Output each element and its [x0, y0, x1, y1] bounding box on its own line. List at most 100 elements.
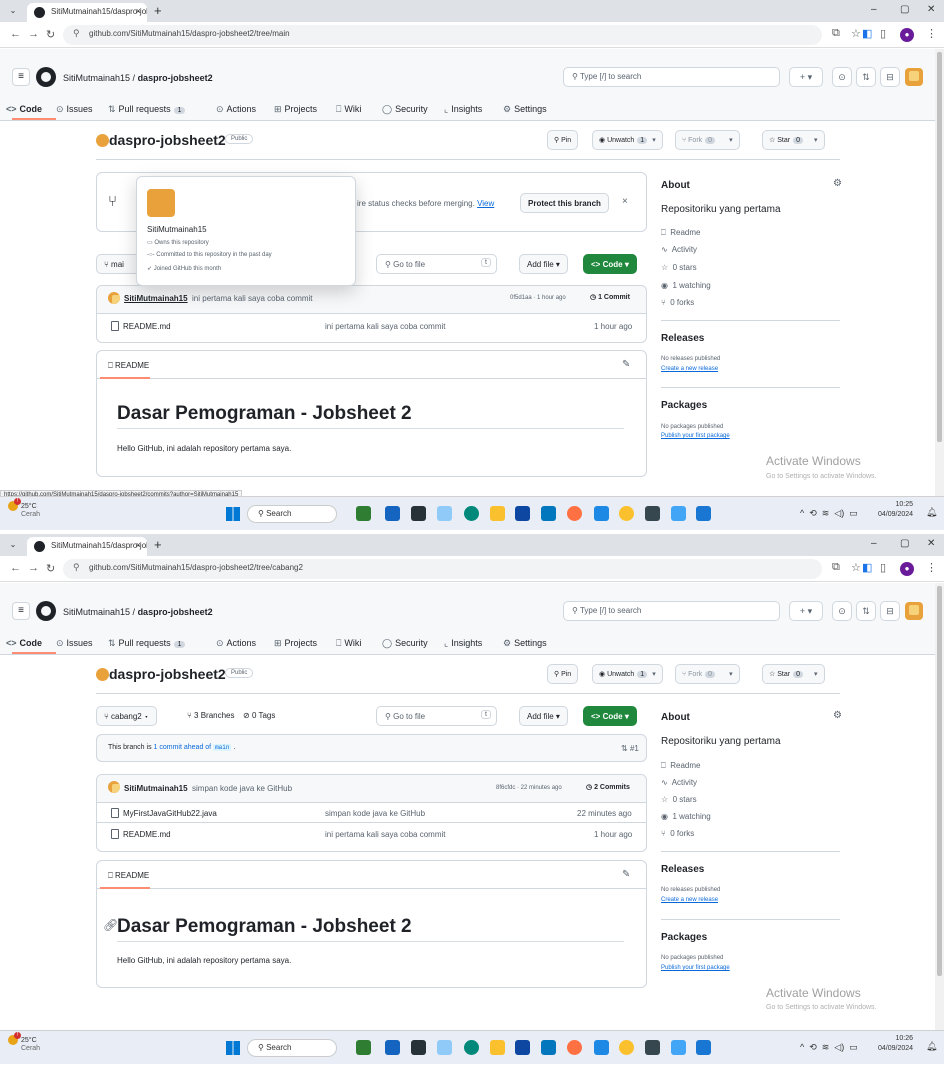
profile-avatar[interactable]: ●	[900, 28, 914, 42]
activity-link[interactable]: ∿ Activity	[661, 245, 697, 254]
file-name[interactable]: README.md	[123, 322, 171, 331]
tab-issues[interactable]: ⊙ Issues	[56, 104, 93, 115]
fork-button[interactable]: ⑂ Fork 0 ▾	[675, 130, 740, 150]
pull-request-ref[interactable]: ⇅ #1	[621, 744, 639, 753]
system-tray-icons[interactable]: ^ ⟲ ≋ ◁) ▭	[800, 1042, 858, 1053]
app-icon-7[interactable]	[594, 1040, 609, 1055]
inbox-icon[interactable]: ⊟	[880, 601, 900, 621]
install-icon[interactable]: ⧉	[832, 27, 840, 40]
star-button[interactable]: ☆ Star 0 ▾	[762, 664, 825, 684]
file-commit-message[interactable]: simpan kode java ke GitHub	[325, 809, 425, 818]
mail-icon[interactable]	[541, 1040, 556, 1055]
add-file-button[interactable]: Add file ▾	[519, 706, 568, 726]
file-name[interactable]: README.md	[123, 830, 171, 839]
window-close-button[interactable]: ✕	[927, 538, 935, 549]
app-icon-8[interactable]	[645, 1040, 660, 1055]
hovercard-avatar[interactable]	[147, 189, 175, 217]
menu-kebab-icon[interactable]: ⋮	[926, 27, 937, 40]
releases-heading[interactable]: Releases	[661, 333, 704, 344]
reload-icon[interactable]: ↻	[46, 28, 55, 41]
sidepanel-icon[interactable]: ▯	[880, 561, 886, 574]
windows-start-icon[interactable]	[226, 1041, 240, 1055]
repo-link[interactable]: daspro-jobsheet2	[138, 607, 213, 617]
readme-link[interactable]: ⎕ Readme	[661, 761, 701, 771]
app-icon-7[interactable]	[594, 506, 609, 521]
notification-icon[interactable]: 🔔︎	[926, 1041, 937, 1052]
tab-insights[interactable]: ⌞ Insights	[444, 638, 482, 649]
app-icon-6[interactable]	[567, 1040, 582, 1055]
extension-icon[interactable]: ◧	[862, 561, 872, 574]
commit-message[interactable]: simpan kode java ke GitHub	[192, 784, 292, 793]
app-icon-5[interactable]	[515, 1040, 530, 1055]
go-to-file-input[interactable]: ⚲ Go to file t	[376, 706, 497, 726]
create-release-link[interactable]: Create a new release	[661, 897, 718, 903]
minimize-button[interactable]: –	[871, 4, 877, 15]
app-icon-1[interactable]	[356, 506, 371, 521]
maximize-button[interactable]: ▢	[900, 4, 909, 15]
tab-wiki[interactable]: ⎕ Wiki	[336, 104, 361, 115]
tab-settings[interactable]: ⚙ Settings	[503, 104, 547, 115]
pull-requests-icon[interactable]: ⇅	[856, 601, 876, 621]
back-icon[interactable]: ←	[10, 562, 21, 574]
tags-link[interactable]: ⊘ 0 Tags	[243, 711, 275, 720]
file-explorer-icon[interactable]	[490, 1040, 505, 1055]
tab-wiki[interactable]: ⎕ Wiki	[336, 638, 361, 649]
profile-avatar[interactable]: ●	[900, 562, 914, 576]
create-release-link[interactable]: Create a new release	[661, 366, 718, 372]
inbox-icon[interactable]: ⊟	[880, 67, 900, 87]
app-icon-2[interactable]	[385, 506, 400, 521]
mail-icon[interactable]	[541, 506, 556, 521]
watching-link[interactable]: ◉ 1 watching	[661, 812, 711, 821]
commit-author-link[interactable]: SitiMutmainah15	[124, 294, 188, 303]
issues-icon[interactable]: ⊙	[832, 601, 852, 621]
scrollbar-thumb[interactable]	[937, 52, 942, 442]
chevron-down-icon[interactable]: ⌄	[6, 4, 20, 18]
releases-heading[interactable]: Releases	[661, 864, 704, 875]
file-commit-message[interactable]: ini pertama kali saya coba commit	[325, 322, 446, 331]
gear-icon[interactable]: ⚙	[833, 178, 842, 189]
publish-package-link[interactable]: Publish your first package	[661, 433, 730, 439]
repo-title[interactable]: daspro-jobsheet2	[109, 132, 226, 148]
taskbar-search[interactable]: ⚲ Search	[247, 505, 337, 523]
code-button[interactable]: <> Code ▾	[583, 254, 637, 274]
install-icon[interactable]: ⧉	[832, 561, 840, 574]
readme-link[interactable]: ⎕ Readme	[661, 228, 701, 238]
chrome-icon[interactable]	[619, 506, 634, 521]
bookmark-star-icon[interactable]: ☆	[851, 27, 861, 40]
app-icon-5[interactable]	[515, 506, 530, 521]
forward-icon[interactable]: →	[28, 28, 39, 40]
add-file-button[interactable]: Add file ▾	[519, 254, 568, 274]
close-icon[interactable]: ×	[136, 6, 141, 16]
readme-tab[interactable]: ⎕ README	[108, 361, 149, 371]
address-bar[interactable]: ⚲ github.com/SitiMutmainah15/daspro-jobs…	[63, 559, 822, 579]
app-icon-9[interactable]	[696, 506, 711, 521]
file-name[interactable]: MyFirstJavaGitHub22.java	[123, 809, 217, 818]
app-icon-3[interactable]	[411, 1040, 426, 1055]
github-logo-icon[interactable]	[36, 601, 56, 621]
edge-icon[interactable]	[464, 506, 479, 521]
issues-icon[interactable]: ⊙	[832, 67, 852, 87]
hamburger-icon[interactable]: ≡	[12, 68, 30, 86]
commit-author-link[interactable]: SitiMutmainah15	[124, 784, 188, 793]
owner-link[interactable]: SitiMutmainah15	[63, 73, 130, 83]
chevron-down-icon[interactable]: ⌄	[6, 538, 20, 552]
branches-link[interactable]: ⑂ 3 Branches	[187, 711, 235, 720]
packages-heading[interactable]: Packages	[661, 932, 707, 943]
forks-link[interactable]: ⑂ 0 forks	[661, 829, 694, 838]
commit-meta[interactable]: 0f5d1aa · 1 hour ago	[510, 295, 566, 301]
pin-button[interactable]: ⚲ Pin	[547, 664, 579, 684]
new-tab-button[interactable]: +	[154, 537, 162, 552]
user-avatar[interactable]	[905, 68, 923, 86]
sidepanel-icon[interactable]: ▯	[880, 27, 886, 40]
repo-title[interactable]: daspro-jobsheet2	[109, 666, 226, 682]
app-icon-1[interactable]	[356, 1040, 371, 1055]
repo-link[interactable]: daspro-jobsheet2	[138, 73, 213, 83]
tab-insights[interactable]: ⌞ Insights	[444, 104, 482, 115]
file-commit-message[interactable]: ini pertama kali saya coba commit	[325, 830, 446, 839]
app-icon-3[interactable]	[411, 506, 426, 521]
gear-icon[interactable]: ⚙	[833, 710, 842, 721]
edge-icon[interactable]	[464, 1040, 479, 1055]
windows-start-icon[interactable]	[226, 507, 240, 521]
fork-button[interactable]: ⑂ Fork 0 ▾	[675, 664, 740, 684]
menu-kebab-icon[interactable]: ⋮	[926, 561, 937, 574]
